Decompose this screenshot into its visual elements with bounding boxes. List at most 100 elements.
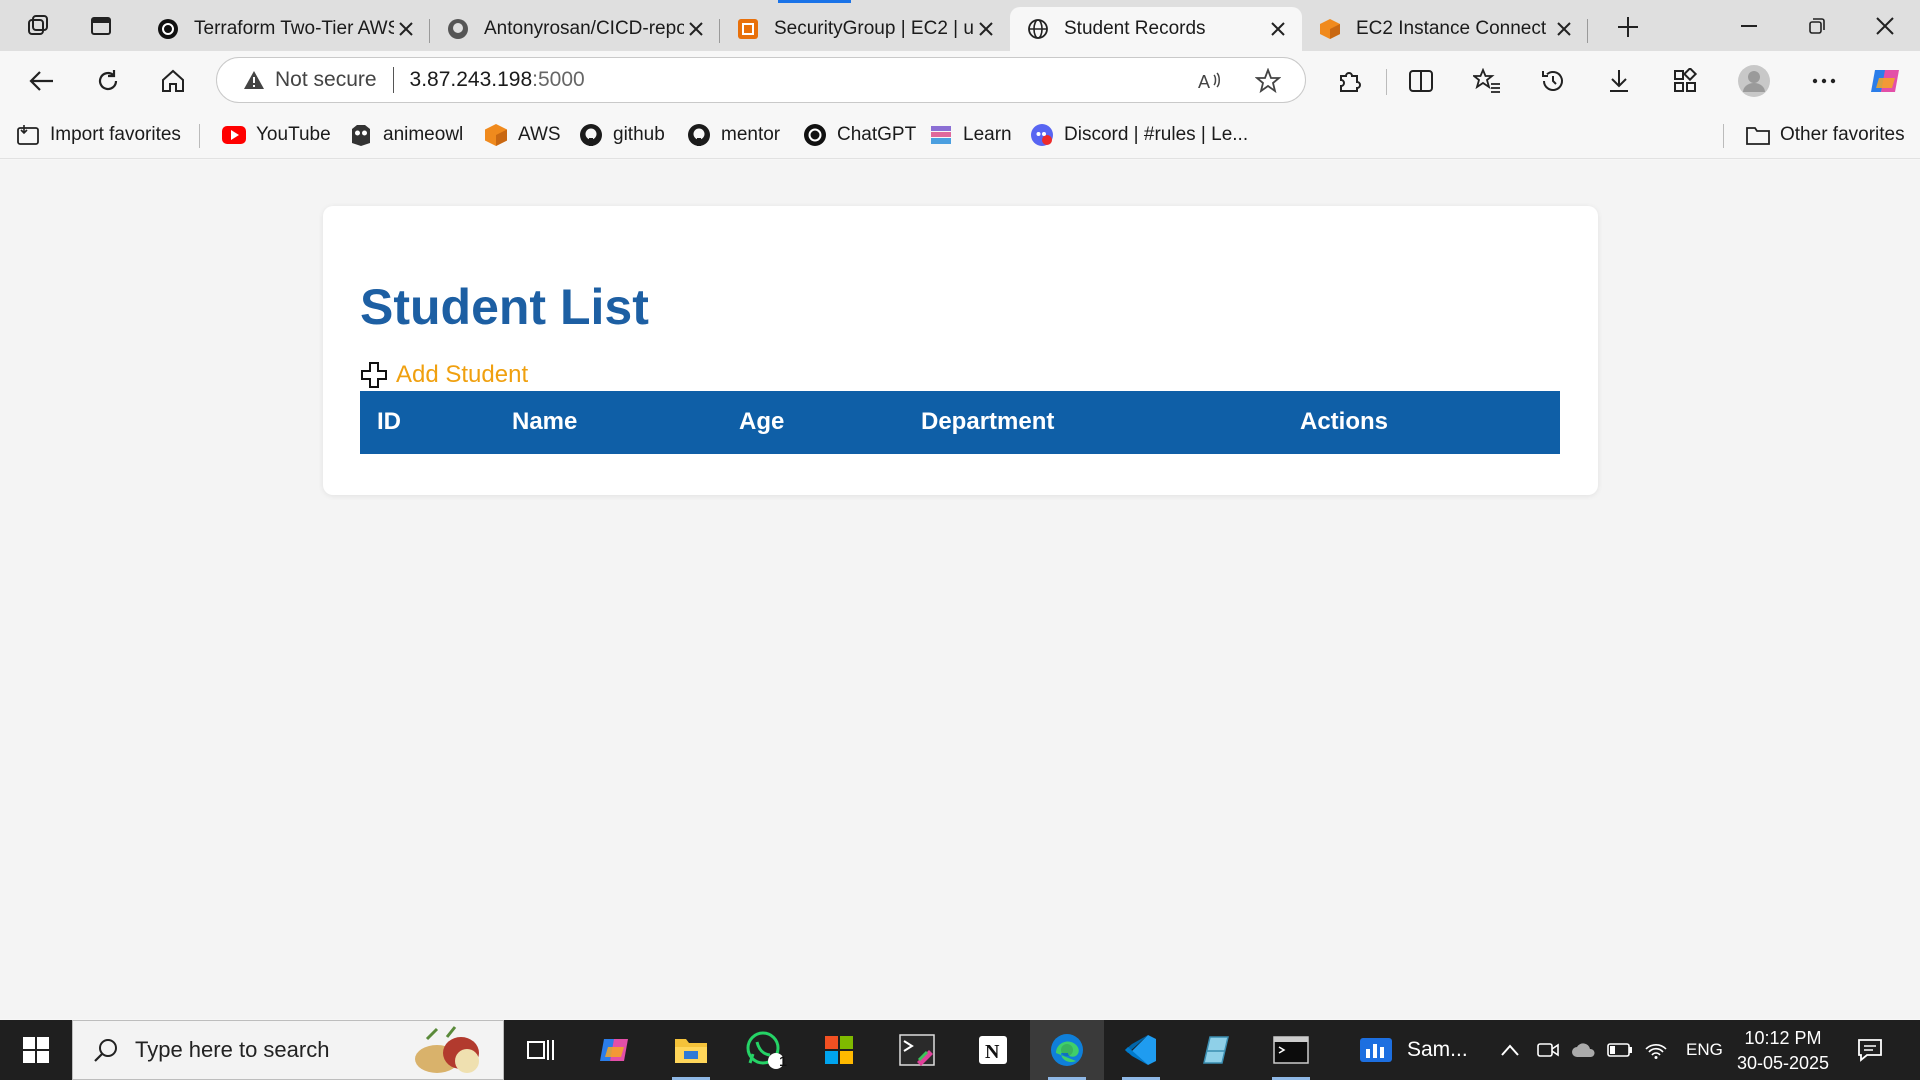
close-icon[interactable] xyxy=(684,17,708,41)
chatgpt-icon xyxy=(803,123,827,147)
extensions-button[interactable] xyxy=(1327,59,1371,103)
more-options-button[interactable] xyxy=(1802,59,1846,103)
table-header: ID Name Age Department Actions xyxy=(360,391,1560,454)
url-port: :5000 xyxy=(532,68,585,91)
clock-date: 30-05-2025 xyxy=(1736,1053,1830,1073)
security-label[interactable]: Not secure xyxy=(275,68,377,92)
favorite-youtube[interactable]: YouTube xyxy=(222,121,331,149)
chevron-up-icon[interactable] xyxy=(1496,1044,1524,1056)
column-header-name: Name xyxy=(512,408,578,435)
tab-student-records[interactable]: Student Records xyxy=(1010,7,1302,51)
taskbar-copilot[interactable] xyxy=(578,1020,652,1080)
windows-logo-icon xyxy=(23,1037,49,1063)
favorite-animeowl[interactable]: animeowl xyxy=(349,121,463,149)
apps-button[interactable] xyxy=(1663,59,1707,103)
loading-indicator xyxy=(778,0,851,3)
tab-label: SecurityGroup | EC2 | us- xyxy=(774,18,974,39)
favorite-mentor[interactable]: mentor xyxy=(687,121,780,149)
notion-icon: N xyxy=(979,1036,1007,1064)
profile-button[interactable] xyxy=(1732,59,1776,103)
taskbar-file-explorer[interactable] xyxy=(654,1020,728,1080)
split-screen-icon xyxy=(1409,70,1433,92)
taskbar-edge[interactable] xyxy=(1030,1020,1104,1080)
favorite-label: github xyxy=(613,124,665,145)
notification-badge: 1 xyxy=(779,1053,787,1069)
aws-cube-icon xyxy=(1318,17,1342,41)
folder-icon xyxy=(1746,123,1770,147)
app-icon xyxy=(1203,1036,1229,1064)
home-button[interactable] xyxy=(151,59,195,103)
tab-label: Antonyrosan/CICD-repo xyxy=(484,18,684,39)
page-title: Student List xyxy=(360,279,649,335)
tab-label: EC2 Instance Connect | u xyxy=(1356,18,1552,39)
taskbar-whatsapp[interactable]: 1 xyxy=(728,1020,802,1080)
start-button[interactable] xyxy=(0,1020,72,1080)
favorite-label: mentor xyxy=(721,124,781,145)
title-bar: Terraform Two-Tier AWS Antonyrosan/CICD-… xyxy=(0,0,1920,51)
notifications-button[interactable] xyxy=(1835,1020,1905,1080)
workspaces-icon[interactable] xyxy=(20,7,58,45)
taskbar-search[interactable]: Type here to search xyxy=(72,1020,504,1080)
tab-ec2-connect[interactable]: EC2 Instance Connect | u xyxy=(1302,7,1588,51)
history-button[interactable] xyxy=(1531,59,1575,103)
close-icon[interactable] xyxy=(1552,17,1576,41)
column-header-age: Age xyxy=(739,408,785,435)
battery-icon[interactable] xyxy=(1602,1043,1638,1057)
taskbar-terminal[interactable] xyxy=(1254,1020,1328,1080)
url-text[interactable]: 3.87.243.198:5000 xyxy=(410,68,585,92)
system-clock[interactable]: 10:12 PM 30-05-2025 xyxy=(1718,1026,1848,1076)
close-icon[interactable] xyxy=(394,17,418,41)
split-screen-button[interactable] xyxy=(1399,59,1443,103)
restore-button[interactable] xyxy=(1784,0,1850,51)
onedrive-icon[interactable] xyxy=(1566,1042,1602,1058)
refresh-button[interactable] xyxy=(86,59,130,103)
svg-text:A: A xyxy=(1198,72,1210,92)
favorite-import[interactable]: Import favorites xyxy=(16,121,181,149)
close-icon[interactable] xyxy=(1266,17,1290,41)
home-icon xyxy=(162,69,184,92)
tab-terraform[interactable]: Terraform Two-Tier AWS xyxy=(140,7,430,51)
close-icon[interactable] xyxy=(974,17,998,41)
favorite-label: Import favorites xyxy=(50,124,181,145)
favorite-chatgpt[interactable]: ChatGPT xyxy=(803,121,916,149)
favorite-github[interactable]: github xyxy=(579,121,665,149)
star-icon[interactable] xyxy=(1253,66,1283,96)
close-window-button[interactable] xyxy=(1852,0,1918,51)
copilot-button[interactable] xyxy=(1864,59,1908,103)
tab-github-repo[interactable]: Antonyrosan/CICD-repo xyxy=(430,7,720,51)
taskbar-snipping-tool[interactable] xyxy=(880,1020,954,1080)
favorite-learn[interactable]: Learn xyxy=(929,121,1012,149)
taskbar-microsoft-store[interactable] xyxy=(802,1020,876,1080)
page-viewport: Student List Add Student ID Name Age Dep… xyxy=(0,160,1920,1019)
copilot-icon xyxy=(600,1039,628,1061)
read-aloud-icon[interactable]: A xyxy=(1195,66,1225,96)
back-button[interactable] xyxy=(20,59,64,103)
column-header-id: ID xyxy=(377,408,401,435)
discord-icon xyxy=(1030,123,1054,147)
other-favorites[interactable]: Other favorites xyxy=(1746,121,1905,149)
meet-now-icon[interactable] xyxy=(1530,1040,1566,1060)
plus-icon xyxy=(1618,17,1638,37)
task-view-button[interactable] xyxy=(504,1020,578,1080)
favorite-discord[interactable]: Discord | #rules | Le... xyxy=(1030,121,1248,149)
taskbar-app-blue[interactable] xyxy=(1178,1020,1252,1080)
minimize-button[interactable] xyxy=(1716,0,1782,51)
notification-icon xyxy=(1858,1039,1882,1062)
terminal-icon xyxy=(1273,1036,1309,1064)
favorites-button[interactable] xyxy=(1465,59,1509,103)
favorites-list-icon xyxy=(1473,68,1500,93)
taskbar-notion[interactable]: N xyxy=(956,1020,1030,1080)
wifi-icon[interactable] xyxy=(1638,1041,1674,1059)
avatar-icon xyxy=(1738,65,1770,97)
add-student-link[interactable]: Add Student xyxy=(360,361,528,389)
taskbar-vscode[interactable] xyxy=(1104,1020,1178,1080)
tab-security-group[interactable]: SecurityGroup | EC2 | us- xyxy=(720,7,1010,51)
favorite-aws[interactable]: AWS xyxy=(484,121,561,149)
address-bar[interactable]: Not secure 3.87.243.198:5000 A xyxy=(216,57,1306,103)
aws-ec2-icon xyxy=(736,17,760,41)
new-tab-button[interactable] xyxy=(1598,7,1658,47)
tab-label: Student Records xyxy=(1064,18,1206,39)
downloads-button[interactable] xyxy=(1597,59,1641,103)
vertical-tabs-icon[interactable] xyxy=(82,7,120,45)
taskbar-samsung-app[interactable]: Sam... xyxy=(1345,1020,1475,1080)
